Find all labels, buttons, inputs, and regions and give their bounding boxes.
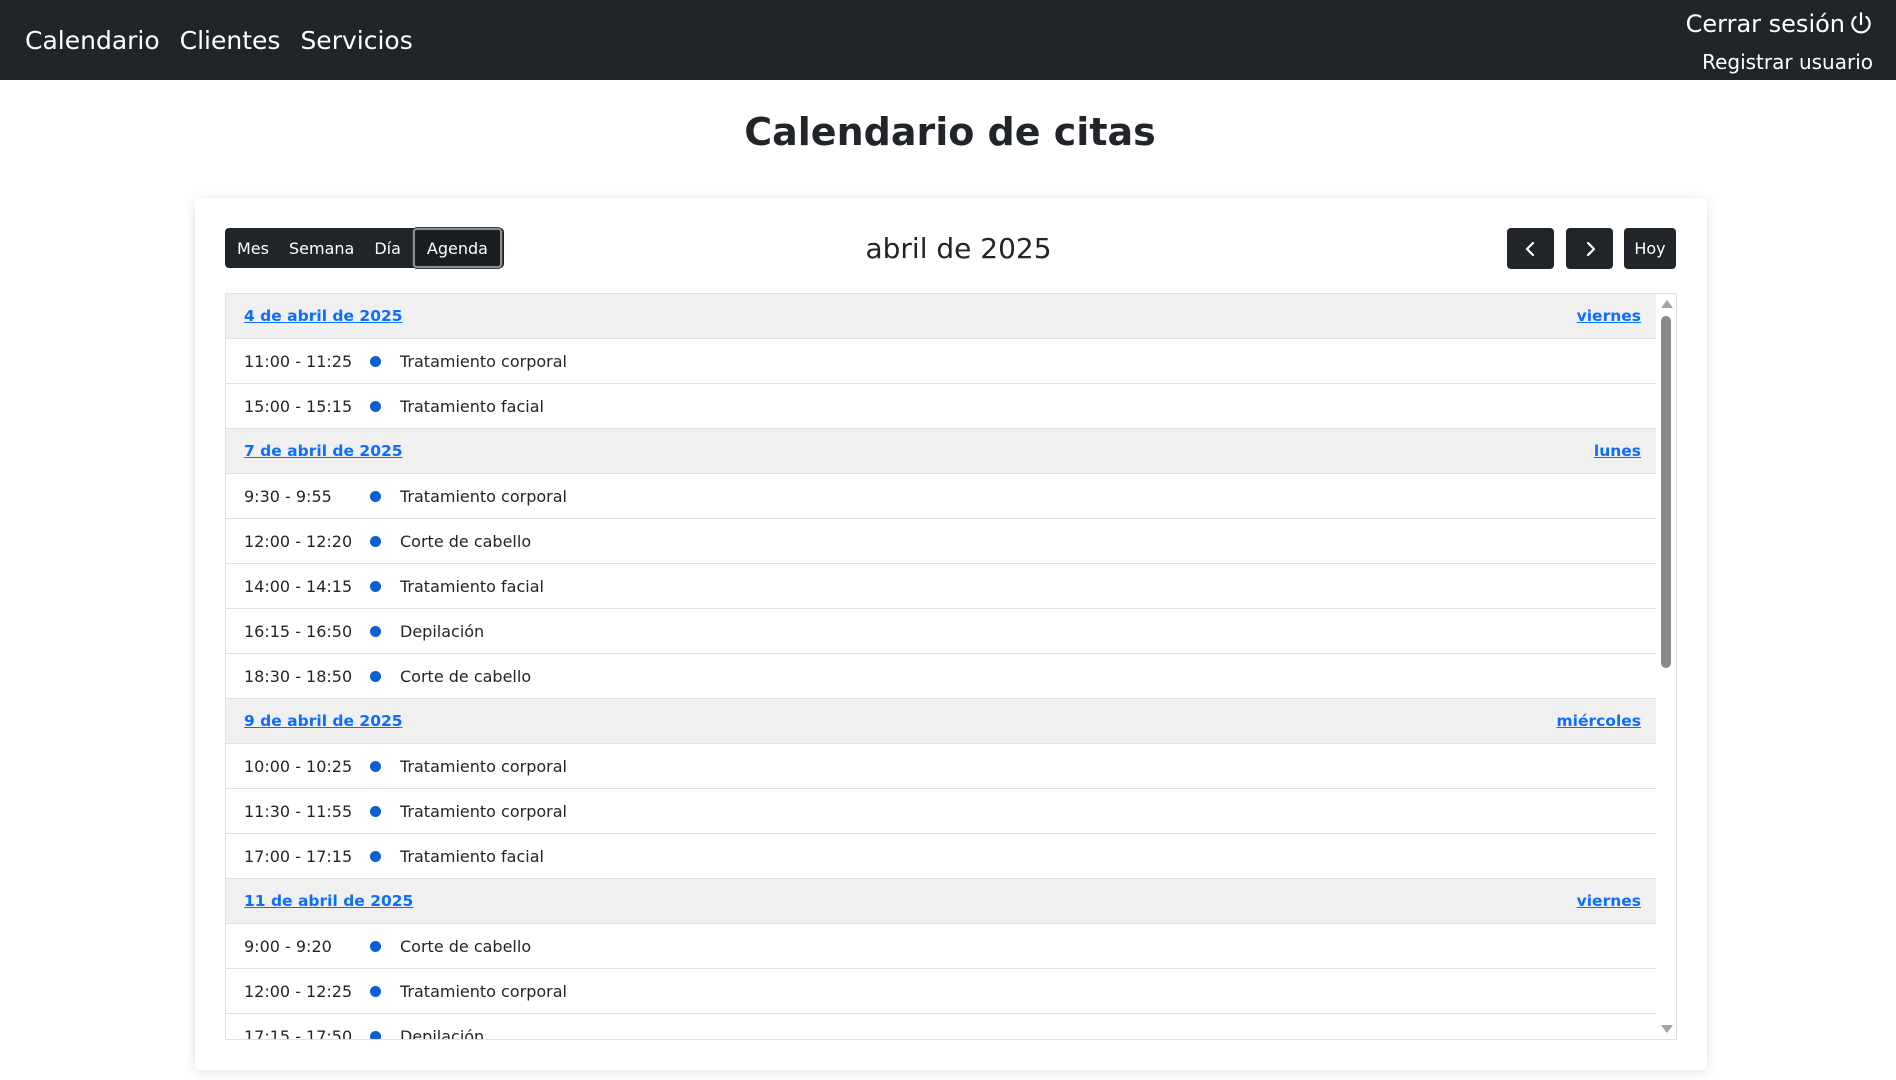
agenda-event-row[interactable]: 12:00 - 12:20 Corte de cabello (226, 519, 1657, 564)
event-dot-icon (370, 401, 381, 412)
event-time: 9:00 - 9:20 (244, 936, 332, 956)
event-title[interactable]: Depilación (400, 1027, 484, 1040)
event-time: 17:15 - 17:50 (244, 1026, 353, 1040)
calendar-card: Mes Semana Día Agenda abril de 2025 Hoy … (195, 198, 1707, 1070)
nav-link-calendario[interactable]: Calendario (25, 26, 160, 55)
agenda-event-row[interactable]: 9:30 - 9:55 Tratamiento corporal (226, 474, 1657, 519)
agenda-date-link[interactable]: 7 de abril de 2025 (244, 442, 403, 460)
agenda-date-link[interactable]: 4 de abril de 2025 (244, 307, 403, 325)
agenda-weekday-link[interactable]: lunes (1594, 442, 1641, 460)
event-dot-icon (370, 1031, 381, 1039)
agenda-scrollbar[interactable] (1656, 294, 1676, 1039)
event-title[interactable]: Tratamiento corporal (400, 352, 567, 371)
agenda-date-row: 7 de abril de 2025 lunes (226, 429, 1657, 474)
agenda-date-row: 4 de abril de 2025 viernes (226, 294, 1657, 339)
event-time: 14:00 - 14:15 (244, 576, 353, 596)
event-dot-icon (370, 581, 381, 592)
event-time: 15:00 - 15:15 (244, 396, 353, 416)
event-time: 12:00 - 12:25 (244, 981, 353, 1001)
event-dot-icon (370, 851, 381, 862)
event-dot-icon (370, 536, 381, 547)
chevron-right-icon (1586, 241, 1595, 256)
event-dot-icon (370, 941, 381, 952)
agenda-event-row[interactable]: 17:15 - 17:50 Depilación (226, 1014, 1657, 1040)
agenda-event-row[interactable]: 14:00 - 14:15 Tratamiento facial (226, 564, 1657, 609)
event-time: 9:30 - 9:55 (244, 486, 332, 506)
logout-button[interactable]: Cerrar sesión (1686, 8, 1874, 40)
event-dot-icon (370, 761, 381, 772)
event-title[interactable]: Tratamiento facial (400, 577, 544, 596)
event-dot-icon (370, 491, 381, 502)
agenda-date-link[interactable]: 9 de abril de 2025 (244, 712, 403, 730)
agenda-event-row[interactable]: 11:30 - 11:55 Tratamiento corporal (226, 789, 1657, 834)
event-title[interactable]: Tratamiento corporal (400, 982, 567, 1001)
event-time: 11:00 - 11:25 (244, 351, 353, 371)
event-dot-icon (370, 626, 381, 637)
event-time: 12:00 - 12:20 (244, 531, 353, 551)
event-dot-icon (370, 806, 381, 817)
chevron-left-icon (1525, 241, 1534, 256)
scrollbar-thumb[interactable] (1661, 316, 1671, 668)
event-title[interactable]: Corte de cabello (400, 667, 531, 686)
current-period-label: abril de 2025 (865, 232, 1052, 265)
event-time: 16:15 - 16:50 (244, 621, 353, 641)
event-time: 17:00 - 17:15 (244, 846, 353, 866)
nav-link-servicios[interactable]: Servicios (300, 26, 412, 55)
agenda-weekday-link[interactable]: miércoles (1556, 712, 1641, 730)
logout-label: Cerrar sesión (1685, 10, 1845, 38)
agenda-event-row[interactable]: 15:00 - 15:15 Tratamiento facial (226, 384, 1657, 429)
event-title[interactable]: Corte de cabello (400, 532, 531, 551)
event-time: 11:30 - 11:55 (244, 801, 353, 821)
agenda-weekday-link[interactable]: viernes (1577, 892, 1641, 910)
today-button[interactable]: Hoy (1624, 228, 1676, 269)
navbar: Calendario Clientes Servicios Cerrar ses… (0, 0, 1896, 80)
power-icon (1851, 12, 1871, 34)
nav-user-actions: Cerrar sesión Registrar usuario (1686, 8, 1874, 74)
scroll-up-arrow-icon[interactable] (1661, 300, 1673, 308)
scroll-down-arrow-icon[interactable] (1661, 1025, 1673, 1033)
event-title[interactable]: Tratamiento corporal (400, 757, 567, 776)
agenda-rows: 4 de abril de 2025 viernes 11:00 - 11:25 Tr… (226, 294, 1657, 1040)
agenda-event-row[interactable]: 10:00 - 10:25 Tratamiento corporal (226, 744, 1657, 789)
agenda-event-row[interactable]: 9:00 - 9:20 Corte de cabello (226, 924, 1657, 969)
nav-links: Calendario Clientes Servicios (25, 0, 413, 80)
event-title[interactable]: Tratamiento facial (400, 397, 544, 416)
agenda-event-row[interactable]: 12:00 - 12:25 Tratamiento corporal (226, 969, 1657, 1014)
event-dot-icon (370, 671, 381, 682)
agenda-event-row[interactable]: 16:15 - 16:50 Depilación (226, 609, 1657, 654)
event-dot-icon (370, 356, 381, 367)
event-time: 10:00 - 10:25 (244, 756, 353, 776)
agenda-list[interactable]: 4 de abril de 2025 viernes 11:00 - 11:25 Tr… (225, 293, 1677, 1040)
register-user-link[interactable]: Registrar usuario (1686, 50, 1873, 74)
previous-button[interactable] (1507, 228, 1554, 269)
agenda-weekday-link[interactable]: viernes (1577, 307, 1641, 325)
event-title[interactable]: Tratamiento corporal (400, 802, 567, 821)
agenda-date-row: 9 de abril de 2025 miércoles (226, 699, 1657, 744)
event-time: 18:30 - 18:50 (244, 666, 353, 686)
next-button[interactable] (1566, 228, 1613, 269)
agenda-date-link[interactable]: 11 de abril de 2025 (244, 892, 413, 910)
agenda-event-row[interactable]: 17:00 - 17:15 Tratamiento facial (226, 834, 1657, 879)
page-title: Calendario de citas (744, 110, 1156, 154)
event-title[interactable]: Depilación (400, 622, 484, 641)
agenda-event-row[interactable]: 18:30 - 18:50 Corte de cabello (226, 654, 1657, 699)
nav-link-clientes[interactable]: Clientes (180, 26, 281, 55)
event-title[interactable]: Tratamiento corporal (400, 487, 567, 506)
event-title[interactable]: Corte de cabello (400, 937, 531, 956)
agenda-date-row: 11 de abril de 2025 viernes (226, 879, 1657, 924)
event-dot-icon (370, 986, 381, 997)
agenda-event-row[interactable]: 11:00 - 11:25 Tratamiento corporal (226, 339, 1657, 384)
event-title[interactable]: Tratamiento facial (400, 847, 544, 866)
